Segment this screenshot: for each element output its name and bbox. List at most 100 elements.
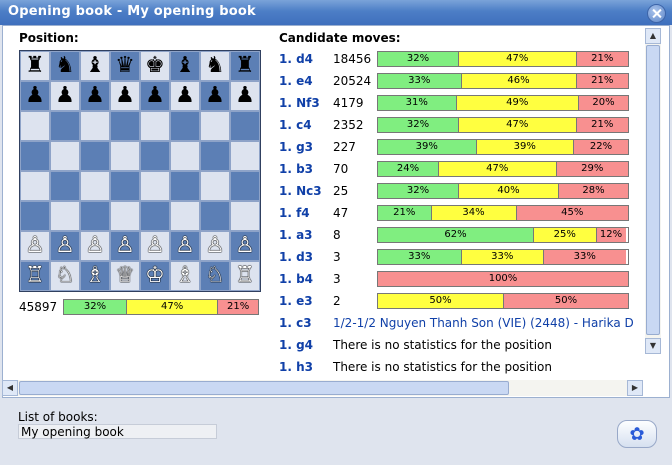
board-square-b6[interactable] [50,111,80,141]
board-square-h1[interactable]: ♖ [230,261,260,291]
board-square-h2[interactable]: ♙ [230,231,260,261]
white-king-icon[interactable]: ♔ [145,265,165,287]
board-square-b7[interactable]: ♟ [50,81,80,111]
white-bishop-icon[interactable]: ♗ [175,265,195,287]
black-knight-icon[interactable]: ♞ [55,55,75,77]
black-pawn-icon[interactable]: ♟ [115,85,135,107]
board-square-e6[interactable] [140,111,170,141]
board-square-g7[interactable]: ♟ [200,81,230,111]
black-pawn-icon[interactable]: ♟ [55,85,75,107]
candidate-move-link[interactable]: 1. f4 [279,206,310,220]
board-square-g3[interactable] [200,201,230,231]
board-square-d2[interactable]: ♙ [110,231,140,261]
white-pawn-icon[interactable]: ♙ [25,235,45,257]
board-square-d1[interactable]: ♕ [110,261,140,291]
board-square-c2[interactable]: ♙ [80,231,110,261]
board-square-a2[interactable]: ♙ [20,231,50,261]
board-square-f2[interactable]: ♙ [170,231,200,261]
chess-board[interactable]: ♜ ♞ ♝ ♛ ♚ ♝ ♞ ♜ ♟ ♟ ♟ ♟ ♟ ♟ ♟ ♟ ♙ ♙ ♙ ♙ ♙ ♙ ♙ ♙ ♖ ♘ ♗ ♕ ♔ ♗ ♘ ♖ [19,50,261,292]
black-pawn-icon[interactable]: ♟ [205,85,225,107]
board-square-d8[interactable]: ♛ [110,51,140,81]
board-square-g1[interactable]: ♘ [200,261,230,291]
board-square-c7[interactable]: ♟ [80,81,110,111]
white-queen-icon[interactable]: ♕ [115,265,135,287]
board-square-c5[interactable] [80,141,110,171]
white-knight-icon[interactable]: ♘ [205,265,225,287]
candidate-move-link[interactable]: 1. a3 [279,228,313,242]
candidate-move-link[interactable]: 1. d4 [279,52,313,66]
white-pawn-icon[interactable]: ♙ [175,235,195,257]
candidate-move-link[interactable]: 1. c4 [279,118,312,132]
board-square-g6[interactable] [200,111,230,141]
black-pawn-icon[interactable]: ♟ [235,85,255,107]
white-pawn-icon[interactable]: ♙ [205,235,225,257]
board-square-e3[interactable] [140,201,170,231]
board-square-b1[interactable]: ♘ [50,261,80,291]
board-square-c4[interactable] [80,171,110,201]
candidate-move-link[interactable]: 1. c3 [279,316,312,330]
board-square-d4[interactable] [110,171,140,201]
board-square-f1[interactable]: ♗ [170,261,200,291]
board-square-b8[interactable]: ♞ [50,51,80,81]
scroll-right-icon[interactable]: ▶ [627,380,643,396]
board-square-d5[interactable] [110,141,140,171]
horizontal-scrollbar[interactable]: ◀ ▶ [2,380,643,396]
candidate-move-link[interactable]: 1. g3 [279,140,313,154]
black-bishop-icon[interactable]: ♝ [85,55,105,77]
board-square-f4[interactable] [170,171,200,201]
candidate-move-link[interactable]: 1. Nc3 [279,184,322,198]
scroll-up-icon[interactable]: ▲ [645,28,661,44]
scroll-left-icon[interactable]: ◀ [2,380,18,396]
board-square-c1[interactable]: ♗ [80,261,110,291]
board-square-b3[interactable] [50,201,80,231]
black-bishop-icon[interactable]: ♝ [175,55,195,77]
white-knight-icon[interactable]: ♘ [55,265,75,287]
candidate-move-link[interactable]: 1. b3 [279,162,313,176]
white-pawn-icon[interactable]: ♙ [115,235,135,257]
board-square-e8[interactable]: ♚ [140,51,170,81]
board-square-a5[interactable] [20,141,50,171]
white-pawn-icon[interactable]: ♙ [55,235,75,257]
board-square-b5[interactable] [50,141,80,171]
scroll-down-icon[interactable]: ▼ [645,338,661,354]
black-rook-icon[interactable]: ♜ [25,55,45,77]
white-pawn-icon[interactable]: ♙ [145,235,165,257]
vertical-scrollbar[interactable]: ▲ ▼ [645,28,661,354]
board-square-a4[interactable] [20,171,50,201]
white-rook-icon[interactable]: ♖ [235,265,255,287]
black-pawn-icon[interactable]: ♟ [145,85,165,107]
sample-game-link[interactable]: 1/2-1/2 Nguyen Thanh Son (VIE) (2448) - … [333,316,643,330]
board-square-h5[interactable] [230,141,260,171]
books-list-selection[interactable]: My opening book [18,424,217,439]
board-square-a3[interactable] [20,201,50,231]
board-square-b4[interactable] [50,171,80,201]
board-square-e5[interactable] [140,141,170,171]
board-square-h6[interactable] [230,111,260,141]
board-square-a1[interactable]: ♖ [20,261,50,291]
board-square-e1[interactable]: ♔ [140,261,170,291]
board-square-g5[interactable] [200,141,230,171]
board-square-a8[interactable]: ♜ [20,51,50,81]
black-pawn-icon[interactable]: ♟ [175,85,195,107]
title-bar[interactable]: Opening book - My opening book [0,0,672,25]
board-square-a7[interactable]: ♟ [20,81,50,111]
horizontal-scroll-thumb[interactable] [19,381,509,395]
board-square-h8[interactable]: ♜ [230,51,260,81]
board-square-g2[interactable]: ♙ [200,231,230,261]
board-square-g4[interactable] [200,171,230,201]
flower-icon[interactable]: ✿ [617,420,657,448]
board-square-d7[interactable]: ♟ [110,81,140,111]
board-square-c6[interactable] [80,111,110,141]
close-icon[interactable] [647,4,666,23]
board-square-f3[interactable] [170,201,200,231]
white-bishop-icon[interactable]: ♗ [85,265,105,287]
candidate-move-link[interactable]: 1. d3 [279,250,313,264]
board-square-f5[interactable] [170,141,200,171]
board-square-e4[interactable] [140,171,170,201]
candidate-move-link[interactable]: 1. h3 [279,360,313,374]
white-pawn-icon[interactable]: ♙ [235,235,255,257]
black-pawn-icon[interactable]: ♟ [85,85,105,107]
vertical-scroll-thumb[interactable] [646,45,660,335]
board-square-h4[interactable] [230,171,260,201]
candidate-move-link[interactable]: 1. e4 [279,74,313,88]
